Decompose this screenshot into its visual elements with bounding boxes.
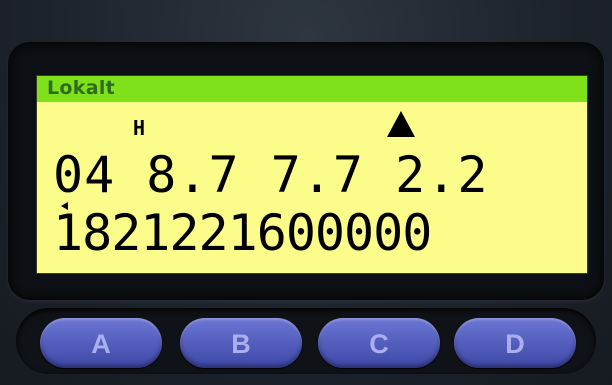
screen-title: Lokalt — [47, 77, 116, 99]
soft-button-d-label: D — [505, 329, 525, 359]
title-bar: Lokalt — [37, 76, 587, 102]
soft-button-a-label: A — [91, 329, 111, 359]
h-indicator: H — [133, 116, 146, 140]
soft-button-c-label: C — [369, 329, 389, 359]
number-row: 1821221600000 — [53, 204, 432, 262]
soft-button-c[interactable]: C — [318, 318, 440, 368]
up-triangle-icon — [387, 111, 415, 137]
values-row: 04 8.7 7.7 2.2 — [53, 146, 489, 204]
soft-button-b-label: B — [231, 329, 251, 359]
soft-button-b[interactable]: B — [180, 318, 302, 368]
soft-button-d[interactable]: D — [454, 318, 576, 368]
pager-device: Lokalt H 04 8.7 7.7 2.2 1821221600000 A … — [0, 0, 612, 385]
soft-button-a[interactable]: A — [40, 318, 162, 368]
lcd-screen: Lokalt H 04 8.7 7.7 2.2 1821221600000 — [36, 75, 588, 274]
